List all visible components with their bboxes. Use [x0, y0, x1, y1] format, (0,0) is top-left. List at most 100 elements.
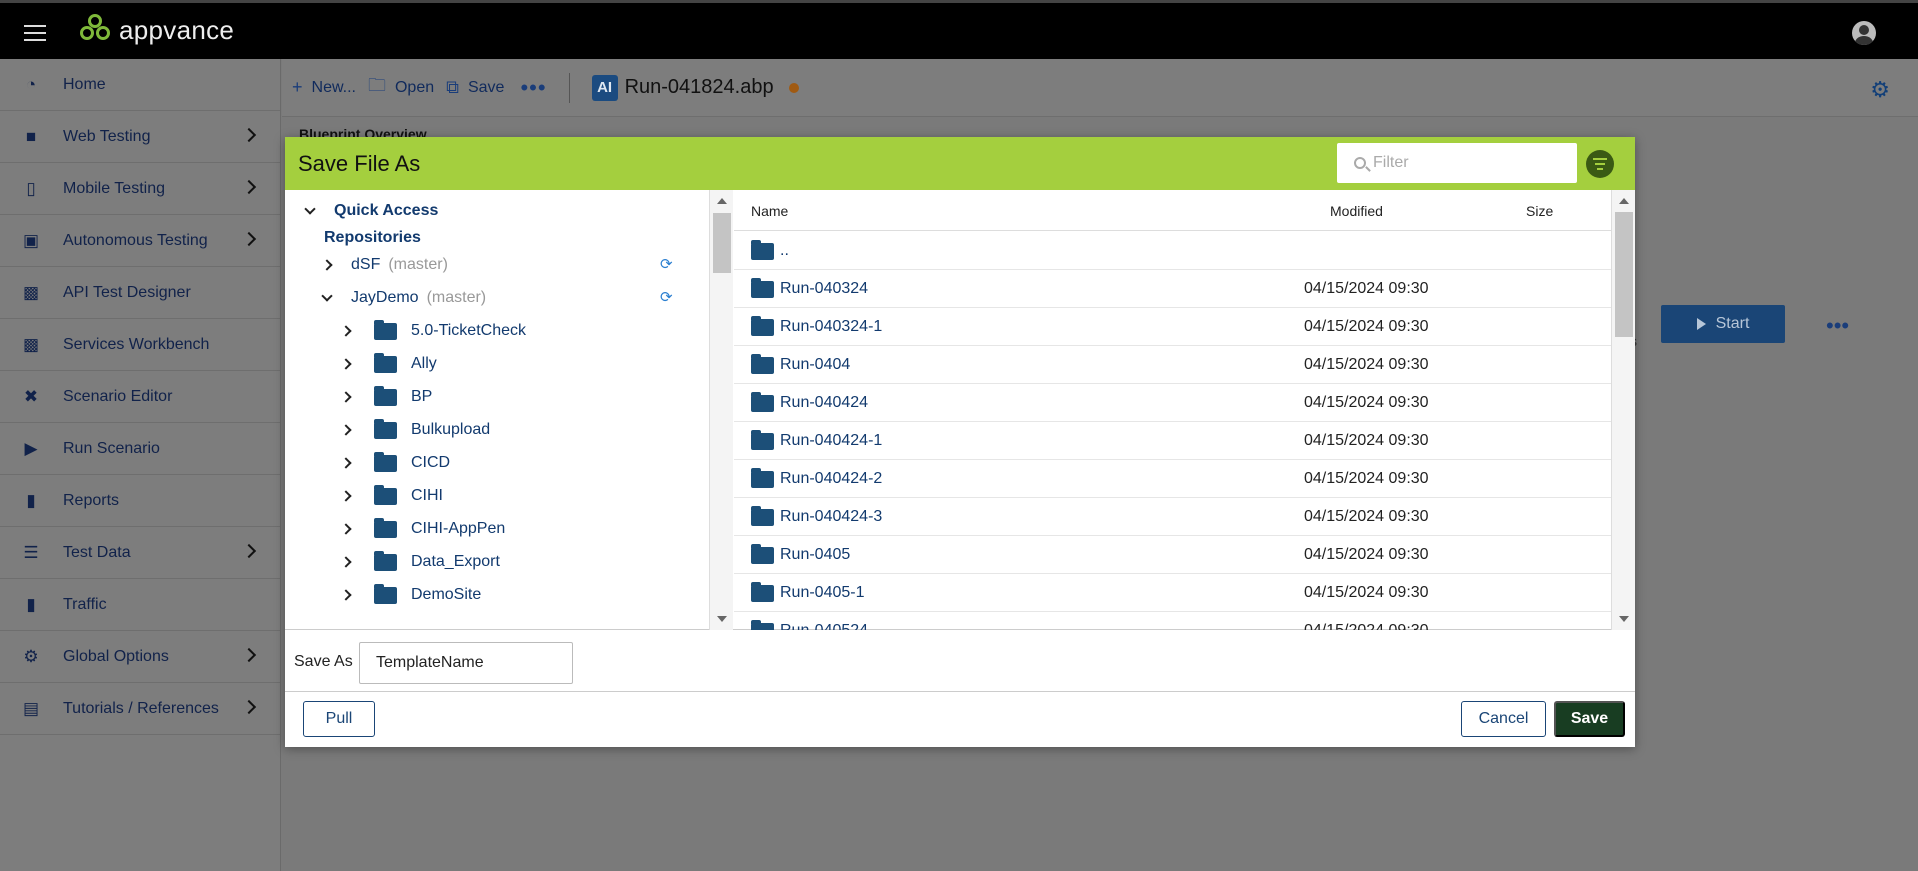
chevron-right-icon[interactable]: [340, 391, 352, 403]
sidebar-item-home[interactable]: ◔ Home: [0, 59, 280, 111]
table-row[interactable]: ..: [734, 232, 1611, 270]
sidebar-item-api-test-designer[interactable]: ▩ API Test Designer: [0, 267, 280, 319]
tree-quick-access[interactable]: Quick Access: [304, 196, 439, 226]
new-button[interactable]: + New...: [292, 77, 356, 98]
scroll-up-icon[interactable]: [717, 198, 727, 204]
chevron-right-icon: [241, 179, 257, 195]
tree-repo-item[interactable]: JayDemo (master): [321, 283, 486, 313]
hamburger-menu-icon[interactable]: [24, 25, 46, 41]
tree-folder-item[interactable]: CICD: [340, 448, 450, 478]
folder-icon: [751, 620, 774, 630]
list-scroll-thumb[interactable]: [1615, 212, 1633, 337]
save-as-input[interactable]: [359, 642, 573, 684]
sidebar-item-tutorials-references[interactable]: ▤ Tutorials / References: [0, 683, 280, 735]
column-modified[interactable]: Modified: [1330, 203, 1383, 219]
table-row[interactable]: Run-040424-1 04/15/2024 09:30: [734, 422, 1611, 460]
table-row[interactable]: Run-0405 04/15/2024 09:30: [734, 536, 1611, 574]
user-account-icon[interactable]: [1852, 21, 1876, 45]
quick-access-label: Quick Access: [334, 202, 439, 219]
chevron-down-icon[interactable]: [321, 290, 333, 302]
table-row[interactable]: Run-040424-3 04/15/2024 09:30: [734, 498, 1611, 536]
tree-folder-item[interactable]: CIHI-AppPen: [340, 514, 506, 544]
start-label: Start: [1715, 315, 1750, 332]
more-options-icon[interactable]: •••: [520, 75, 546, 101]
folder-name: BP: [411, 388, 433, 405]
tree-repo-item[interactable]: dSF (master): [321, 250, 448, 280]
chevron-right-icon[interactable]: [340, 490, 352, 502]
save-button[interactable]: Save: [1554, 701, 1625, 737]
file-list: Name Modified Size .. Run-040324 04/15/202…: [734, 190, 1611, 630]
folder-icon: [751, 544, 774, 564]
chevron-right-icon[interactable]: [321, 259, 333, 271]
chevron-right-icon[interactable]: [340, 424, 352, 436]
sidebar-item-web-testing[interactable]: ■ Web Testing: [0, 111, 280, 163]
chevron-right-icon: [241, 699, 257, 715]
table-row[interactable]: Run-040424 04/15/2024 09:30: [734, 384, 1611, 422]
sidebar-item-label: API Test Designer: [63, 283, 191, 301]
chevron-right-icon[interactable]: [340, 457, 352, 469]
cancel-button[interactable]: Cancel: [1461, 701, 1546, 737]
repositories-label: Repositories: [324, 229, 421, 246]
appvance-logo[interactable]: appvance: [80, 14, 234, 46]
filter-box: [1337, 143, 1577, 183]
settings-gear-icon[interactable]: ⚙: [1870, 77, 1890, 103]
table-row[interactable]: Run-0405-1 04/15/2024 09:30: [734, 574, 1611, 612]
folder-name: CIHI-AppPen: [411, 520, 506, 537]
table-row[interactable]: Run-040524 04/15/2024 09:30: [734, 612, 1611, 630]
filter-lines-icon[interactable]: [1586, 150, 1614, 178]
chevron-right-icon[interactable]: [340, 556, 352, 568]
tree-scrollbar[interactable]: [709, 190, 733, 630]
video-camera-icon: ■: [25, 126, 37, 146]
tree-scroll-thumb[interactable]: [713, 213, 731, 273]
sidebar-item-services-workbench[interactable]: ▩ Services Workbench: [0, 319, 280, 371]
tree-folder-item[interactable]: Ally: [340, 349, 437, 379]
pull-button[interactable]: Pull: [303, 701, 375, 737]
tree-folder-item[interactable]: 5.0-TicketCheck: [340, 316, 526, 346]
file-modified: 04/15/2024 09:30: [1304, 317, 1429, 335]
scroll-down-icon[interactable]: [1619, 616, 1629, 622]
table-row[interactable]: Run-040424-2 04/15/2024 09:30: [734, 460, 1611, 498]
sidebar-item-label: Traffic: [63, 595, 107, 613]
sidebar-item-run-scenario[interactable]: ▶ Run Scenario: [0, 423, 280, 475]
file-modified: 04/15/2024 09:30: [1304, 279, 1429, 297]
tree-folder-item[interactable]: Bulkupload: [340, 415, 490, 445]
chevron-right-icon[interactable]: [340, 358, 352, 370]
filter-input[interactable]: [1373, 154, 1563, 172]
chevron-right-icon: [241, 647, 257, 663]
sidebar-item-test-data[interactable]: ☰ Test Data: [0, 527, 280, 579]
tree-folder-item[interactable]: Data_Export: [340, 547, 500, 577]
table-row[interactable]: Run-040324 04/15/2024 09:30: [734, 270, 1611, 308]
save-as-row: Save As: [285, 631, 1635, 692]
sidebar-item-reports[interactable]: ▮ Reports: [0, 475, 280, 527]
tree-folder-item[interactable]: DemoSite: [340, 580, 481, 610]
tree-folder-item[interactable]: BP: [340, 382, 433, 412]
sidebar-item-scenario-editor[interactable]: ✖ Scenario Editor: [0, 371, 280, 423]
tree-folder-item[interactable]: CIHI: [340, 481, 443, 511]
more-actions-icon[interactable]: •••: [1826, 313, 1849, 339]
file-modified: 04/15/2024 09:30: [1304, 393, 1429, 411]
folder-name: 5.0-TicketCheck: [411, 322, 526, 339]
table-row[interactable]: Run-0404 04/15/2024 09:30: [734, 346, 1611, 384]
open-label: Open: [394, 78, 435, 96]
chevron-right-icon[interactable]: [340, 523, 352, 535]
sidebar-item-traffic[interactable]: ▮ Traffic: [0, 579, 280, 631]
robot-icon: ▣: [22, 230, 40, 250]
chevron-right-icon[interactable]: [340, 325, 352, 337]
search-icon: [1354, 157, 1366, 169]
column-name[interactable]: Name: [751, 203, 788, 219]
sync-icon[interactable]: ⟳: [660, 288, 673, 306]
column-size[interactable]: Size: [1526, 203, 1553, 219]
table-row[interactable]: Run-040324-1 04/15/2024 09:30: [734, 308, 1611, 346]
sync-icon[interactable]: ⟳: [660, 255, 673, 273]
sidebar-item-autonomous-testing[interactable]: ▣ Autonomous Testing: [0, 215, 280, 267]
scroll-down-icon[interactable]: [717, 616, 727, 622]
sidebar-item-mobile-testing[interactable]: ▯ Mobile Testing: [0, 163, 280, 215]
open-button[interactable]: 🗀 Open: [368, 73, 434, 103]
sidebar-item-label: Test Data: [63, 543, 131, 561]
chevron-right-icon[interactable]: [340, 589, 352, 601]
save-toolbar-button[interactable]: ⧉ Save: [446, 77, 504, 98]
start-button[interactable]: Start: [1661, 305, 1785, 343]
scroll-up-icon[interactable]: [1619, 198, 1629, 204]
list-scrollbar[interactable]: [1611, 190, 1635, 630]
sidebar-item-global-options[interactable]: ⚙ Global Options: [0, 631, 280, 683]
